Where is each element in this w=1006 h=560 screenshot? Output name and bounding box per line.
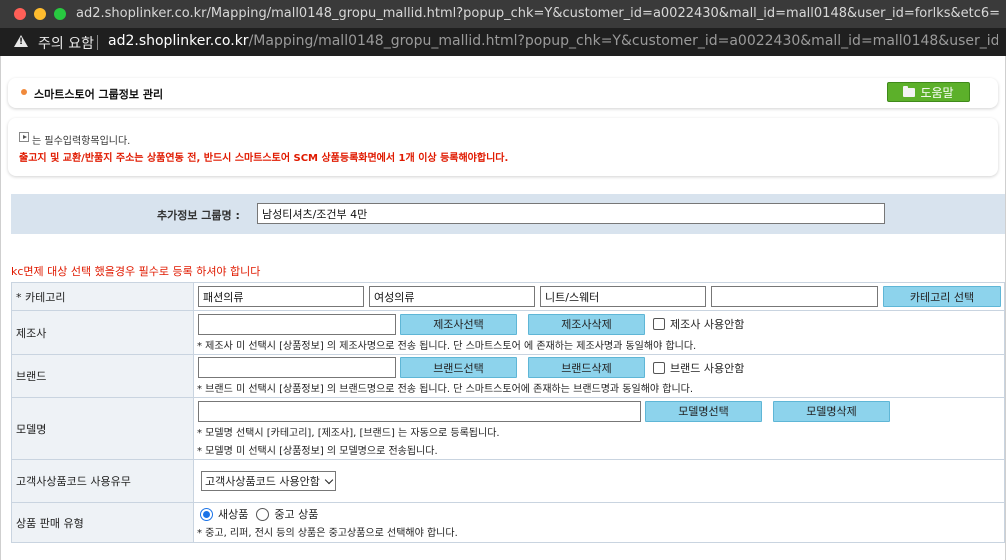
address-separator: [97, 35, 98, 50]
chevron-down-icon: [324, 475, 334, 484]
folder-icon: [903, 85, 916, 97]
url-text[interactable]: ad2.shoplinker.co.kr/Mapping/mall0148_gr…: [108, 33, 998, 49]
brand-delete-button[interactable]: 브랜드삭제: [528, 357, 645, 378]
title-bullet-icon: [21, 89, 27, 95]
brand-label: 브랜드: [11, 354, 194, 398]
sale-type-new-radio[interactable]: [200, 507, 213, 521]
window-titlebar: ad2.shoplinker.co.kr/Mapping/mall0148_gr…: [0, 0, 1006, 28]
product-info-table: * 카테고리 카테고리 선택 제조사 제조사선택 제조사삭제: [11, 282, 1005, 543]
customer-code-selected: 고객사상품코드 사용안함: [205, 475, 320, 488]
category-select-button[interactable]: 카테고리 선택: [883, 286, 1001, 307]
brand-note: * 브랜드 미 선택시 [상품정보] 의 브랜드명으로 전송 됩니다. 단 스마…: [197, 384, 694, 395]
group-name-label: 추가정보 그룹명 :: [157, 209, 240, 222]
sale-type-note: * 중고, 리퍼, 전시 등의 상품은 중고상품으로 선택해야 합니다.: [197, 528, 458, 539]
sale-type-new-label: 새상품: [218, 508, 249, 521]
brand-select-button[interactable]: 브랜드선택: [400, 357, 517, 378]
category-row: * 카테고리 카테고리 선택: [11, 282, 1005, 311]
page-header: 스마트스토어 그룹정보 관리 도움말: [8, 78, 998, 108]
required-notice: 는 필수입력항목입니다.: [32, 136, 131, 147]
sale-type-label: 상품 판매 유형: [11, 502, 194, 543]
warning-icon: [14, 35, 28, 47]
page-title: 스마트스토어 그룹정보 관리: [34, 88, 164, 101]
customer-code-select[interactable]: 고객사상품코드 사용안함: [201, 471, 336, 491]
manufacturer-unused-checkbox[interactable]: [653, 318, 665, 330]
manufacturer-unused-label: 제조사 사용안함: [670, 318, 745, 331]
manufacturer-row: 제조사 제조사선택 제조사삭제 제조사 사용안함 * 제조사 미 선택시 [상품…: [11, 310, 1005, 355]
category-level3-input[interactable]: [540, 286, 706, 307]
sale-type-row: 상품 판매 유형 새상품 중고 상품 * 중고, 리퍼, 전시 등의 상품은 중…: [11, 502, 1005, 543]
model-row: 모델명 모델명선택 모델명삭제 * 모델명 선택시 [카테고리], [제조사],…: [11, 397, 1005, 460]
notice-box: 는 필수입력항목입니다. 출고지 및 교환/반품지 주소는 상품연동 전, 반드…: [8, 118, 998, 176]
manufacturer-input[interactable]: [198, 313, 396, 335]
model-delete-button[interactable]: 모델명삭제: [773, 400, 890, 422]
address-warning: 출고지 및 교환/반품지 주소는 상품연동 전, 반드시 스마트스토어 SCM …: [19, 153, 509, 164]
model-note-auto: * 모델명 선택시 [카테고리], [제조사], [브랜드] 는 자동으로 등록…: [197, 427, 500, 439]
url-path: /Mapping/mall0148_gropu_mallid.html?popu…: [248, 33, 998, 49]
group-name-section: 추가정보 그룹명 :: [11, 194, 1005, 234]
brand-row: 브랜드 브랜드선택 브랜드삭제 브랜드 사용안함 * 브랜드 미 선택시 [상품…: [11, 354, 1005, 398]
category-label: * 카테고리: [11, 282, 194, 311]
model-label: 모델명: [11, 397, 194, 460]
group-name-input[interactable]: [257, 203, 885, 224]
sale-type-used-label: 중고 상품: [274, 508, 319, 521]
manufacturer-note: * 제조사 미 선택시 [상품정보] 의 제조사명으로 전송 됩니다. 단 스마…: [197, 340, 697, 352]
model-input[interactable]: [198, 400, 641, 422]
customer-code-row: 고객사상품코드 사용유무 고객사상품코드 사용안함: [11, 459, 1005, 503]
manufacturer-delete-button[interactable]: 제조사삭제: [528, 313, 645, 335]
zoom-window-button[interactable]: [54, 8, 66, 20]
category-level4-input[interactable]: [711, 286, 878, 307]
model-select-button[interactable]: 모델명선택: [645, 400, 762, 422]
help-button[interactable]: 도움말: [887, 82, 970, 102]
close-window-button[interactable]: [14, 8, 26, 20]
url-host: ad2.shoplinker.co.kr: [108, 33, 249, 49]
window-title: ad2.shoplinker.co.kr/Mapping/mall0148_gr…: [76, 6, 1000, 21]
manufacturer-select-button[interactable]: 제조사선택: [400, 313, 517, 335]
customer-code-label: 고객사상품코드 사용유무: [11, 459, 194, 503]
kc-notice: kc면제 대상 선택 했을경우 필수로 등록 하셔야 합니다: [11, 265, 261, 278]
minimize-window-button[interactable]: [34, 8, 46, 20]
brand-input[interactable]: [198, 357, 396, 378]
brand-unused-checkbox[interactable]: [653, 361, 665, 374]
help-button-label: 도움말: [920, 85, 954, 100]
category-level1-input[interactable]: [198, 286, 364, 307]
required-marker-icon: [19, 132, 29, 142]
model-note-default: * 모델명 미 선택시 [상품정보] 의 모델명으로 전송됩니다.: [197, 445, 438, 457]
category-level2-input[interactable]: [369, 286, 535, 307]
security-warning-label[interactable]: 주의 요함: [38, 33, 94, 53]
page-content: 스마트스토어 그룹정보 관리 도움말 는 필수입력항목입니다. 출고지 및 교환…: [0, 56, 1006, 560]
address-bar[interactable]: 주의 요함 ad2.shoplinker.co.kr/Mapping/mall0…: [0, 28, 1006, 56]
manufacturer-label: 제조사: [11, 310, 194, 355]
sale-type-used-radio[interactable]: [256, 507, 270, 521]
brand-unused-label: 브랜드 사용안함: [670, 361, 745, 375]
